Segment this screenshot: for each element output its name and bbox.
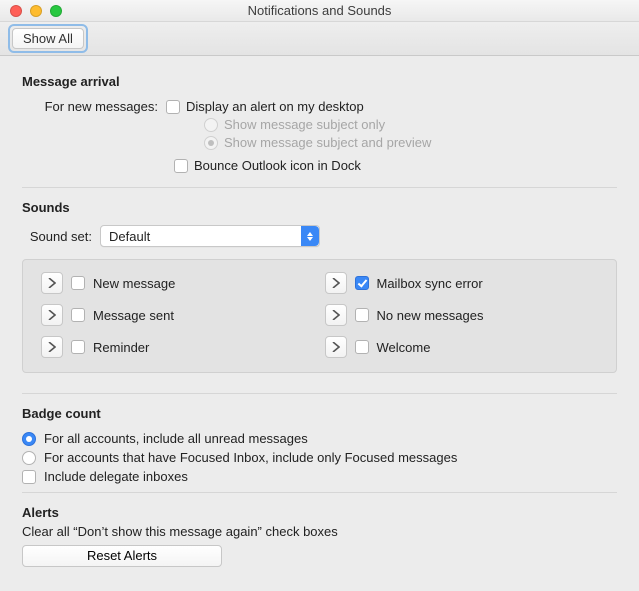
sound-label: Mailbox sync error xyxy=(377,276,483,291)
chevron-right-icon xyxy=(332,278,340,288)
for-new-messages-label: For new messages: xyxy=(22,99,166,114)
section-alerts: Alerts Clear all “Don’t show this messag… xyxy=(22,505,617,567)
sound-item-mailbox-sync-error: Mailbox sync error xyxy=(325,272,599,294)
play-button-reminder[interactable] xyxy=(41,336,63,358)
badge-all-unread-label: For all accounts, include all unread mes… xyxy=(44,431,308,446)
sound-label: Reminder xyxy=(93,340,149,355)
sound-checkbox-mailbox-sync-error[interactable] xyxy=(355,276,369,290)
window-title: Notifications and Sounds xyxy=(0,3,639,18)
display-alert-label: Display an alert on my desktop xyxy=(186,99,364,114)
sound-checkbox-new-message[interactable] xyxy=(71,276,85,290)
sound-checkbox-message-sent[interactable] xyxy=(71,308,85,322)
chevron-right-icon xyxy=(332,310,340,320)
bounce-dock-label: Bounce Outlook icon in Dock xyxy=(194,158,361,173)
close-window-button[interactable] xyxy=(10,5,22,17)
sound-item-message-sent: Message sent xyxy=(41,304,315,326)
sound-set-select[interactable]: Default xyxy=(100,225,320,247)
sounds-box: New message Mailbox sync error Message s… xyxy=(22,259,617,373)
reset-alerts-button[interactable]: Reset Alerts xyxy=(22,545,222,567)
titlebar: Notifications and Sounds xyxy=(0,0,639,22)
sound-checkbox-welcome[interactable] xyxy=(355,340,369,354)
chevron-right-icon xyxy=(48,342,56,352)
message-arrival-heading: Message arrival xyxy=(22,74,617,89)
play-button-mailbox-sync-error[interactable] xyxy=(325,272,347,294)
sound-item-reminder: Reminder xyxy=(41,336,315,358)
toolbar: Show All xyxy=(0,22,639,56)
divider xyxy=(22,393,617,394)
chevron-right-icon xyxy=(48,278,56,288)
play-button-message-sent[interactable] xyxy=(41,304,63,326)
sound-set-label: Sound set: xyxy=(22,229,100,244)
sound-label: Message sent xyxy=(93,308,174,323)
subject-only-label: Show message subject only xyxy=(224,117,385,132)
sound-checkbox-reminder[interactable] xyxy=(71,340,85,354)
sound-label: No new messages xyxy=(377,308,484,323)
play-button-no-new-messages[interactable] xyxy=(325,304,347,326)
chevron-right-icon xyxy=(48,310,56,320)
section-badge-count: Badge count For all accounts, include al… xyxy=(22,406,617,484)
subject-and-preview-label: Show message subject and preview xyxy=(224,135,431,150)
show-all-focus-ring: Show All xyxy=(8,24,88,53)
zoom-window-button[interactable] xyxy=(50,5,62,17)
chevron-right-icon xyxy=(332,342,340,352)
sound-set-value: Default xyxy=(109,229,150,244)
section-sounds: Sounds Sound set: Default New message xyxy=(22,200,617,373)
bounce-dock-checkbox[interactable] xyxy=(174,159,188,173)
clear-checkboxes-text: Clear all “Don’t show this message again… xyxy=(22,524,617,539)
display-alert-checkbox[interactable] xyxy=(166,100,180,114)
sounds-heading: Sounds xyxy=(22,200,617,215)
sound-label: New message xyxy=(93,276,175,291)
subject-only-radio xyxy=(204,118,218,132)
show-all-button[interactable]: Show All xyxy=(12,28,84,49)
include-delegate-checkbox[interactable] xyxy=(22,470,36,484)
badge-count-heading: Badge count xyxy=(22,406,617,421)
section-message-arrival: Message arrival For new messages: Displa… xyxy=(22,74,617,173)
alerts-heading: Alerts xyxy=(22,505,617,520)
divider xyxy=(22,492,617,493)
play-button-welcome[interactable] xyxy=(325,336,347,358)
popup-arrows-icon xyxy=(301,226,319,246)
sound-checkbox-no-new-messages[interactable] xyxy=(355,308,369,322)
badge-focused-only-label: For accounts that have Focused Inbox, in… xyxy=(44,450,457,465)
divider xyxy=(22,187,617,188)
sound-item-no-new-messages: No new messages xyxy=(325,304,599,326)
window-controls xyxy=(0,5,62,17)
play-button-new-message[interactable] xyxy=(41,272,63,294)
sound-item-welcome: Welcome xyxy=(325,336,599,358)
badge-focused-only-radio[interactable] xyxy=(22,451,36,465)
badge-all-unread-radio[interactable] xyxy=(22,432,36,446)
include-delegate-label: Include delegate inboxes xyxy=(44,469,188,484)
sound-label: Welcome xyxy=(377,340,431,355)
sound-item-new-message: New message xyxy=(41,272,315,294)
subject-and-preview-radio xyxy=(204,136,218,150)
minimize-window-button[interactable] xyxy=(30,5,42,17)
